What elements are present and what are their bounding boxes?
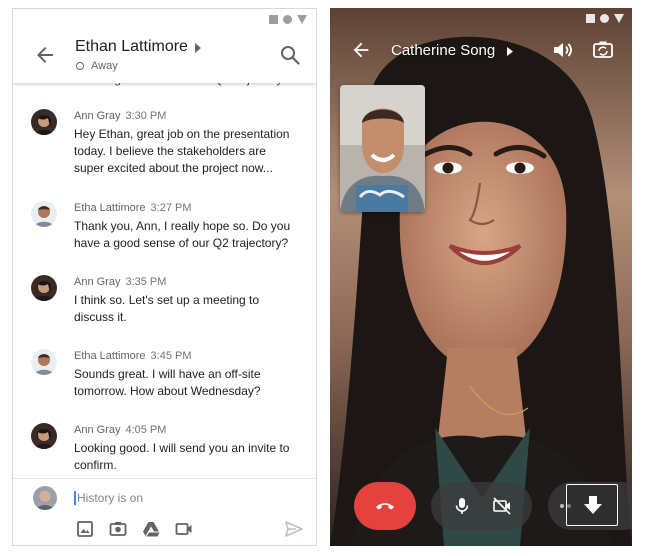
wifi-icon (297, 15, 307, 24)
video-off-icon[interactable] (491, 495, 513, 517)
search-icon[interactable] (278, 43, 302, 67)
chat-header: Ethan Lattimore Away (13, 29, 316, 83)
message-time: 3:30 PM (125, 110, 167, 122)
presence-status: Away (76, 60, 118, 72)
self-view-video[interactable] (340, 85, 425, 212)
signal-icon (283, 15, 292, 24)
presence-indicator-icon (76, 62, 84, 70)
message-text: Thank you, Ann, I really hope so. Do you… (74, 219, 291, 250)
caller-name[interactable]: Catherine Song (391, 42, 495, 59)
message-time: 3:45 PM (150, 350, 192, 362)
message-input[interactable] (77, 487, 297, 509)
video-call-screen: Catherine Song (330, 8, 632, 546)
battery-icon (269, 15, 278, 24)
message-time: 3:27 PM (150, 202, 192, 214)
message-sender: Ann Gray (74, 110, 121, 122)
message-time: 3:35 PM (125, 276, 167, 288)
back-arrow-icon[interactable] (33, 43, 57, 67)
message-text: Hey Ethan, great job on the presentation… (74, 127, 290, 175)
status-bar (13, 9, 316, 29)
text-cursor (74, 491, 76, 505)
chevron-right-icon[interactable] (506, 46, 514, 57)
message-time: 4:05 PM (125, 424, 167, 436)
avatar (31, 275, 57, 301)
message-sender: Etha Lattimore (74, 202, 146, 214)
camera-switch-icon[interactable] (592, 39, 614, 61)
composer-bar (13, 478, 316, 545)
video-icon[interactable] (175, 520, 193, 538)
image-icon[interactable] (76, 520, 94, 538)
avatar (31, 201, 57, 227)
end-call-button[interactable] (354, 482, 416, 530)
avatar (31, 109, 57, 135)
download-button[interactable] (566, 484, 618, 526)
avatar (31, 423, 57, 449)
end-call-icon (376, 503, 394, 510)
message-sender: Ann Gray (74, 276, 121, 288)
presence-label: Away (91, 60, 118, 72)
avatar (31, 349, 57, 375)
speaker-icon[interactable] (551, 39, 573, 61)
message-item: Etha Lattimore 3:27 PM Thank you, Ann, I … (13, 201, 316, 271)
message-text: Looking good. I will send you an invite … (74, 441, 290, 472)
message-text: I think so. Let's set up a meeting to di… (74, 293, 260, 324)
message-item: Etha Lattimore 3:45 PM Sounds great. I wi… (13, 349, 316, 419)
send-icon[interactable] (284, 519, 304, 539)
contact-name[interactable]: Ethan Lattimore (75, 38, 188, 56)
chat-screen: have a good sense of our Q2 trajectory? … (12, 8, 317, 546)
message-sender: Ann Gray (74, 424, 121, 436)
mic-icon[interactable] (451, 495, 473, 517)
signal-icon (600, 14, 609, 23)
status-bar (586, 14, 624, 23)
wifi-icon (614, 14, 624, 23)
battery-icon (586, 14, 595, 23)
drive-icon[interactable] (142, 520, 160, 538)
message-item: Ann Gray 3:35 PM I think so. Let's set up… (13, 275, 316, 345)
message-item: Ann Gray 3:30 PM Hey Ethan, great job on … (13, 109, 316, 179)
download-icon (584, 496, 602, 514)
call-controls (431, 482, 532, 530)
back-arrow-icon[interactable] (350, 39, 372, 61)
chevron-right-icon[interactable] (193, 42, 203, 54)
message-sender: Etha Lattimore (74, 350, 146, 362)
camera-icon[interactable] (109, 520, 127, 538)
message-text: Sounds great. I will have an off-site to… (74, 367, 261, 398)
avatar (33, 486, 57, 510)
